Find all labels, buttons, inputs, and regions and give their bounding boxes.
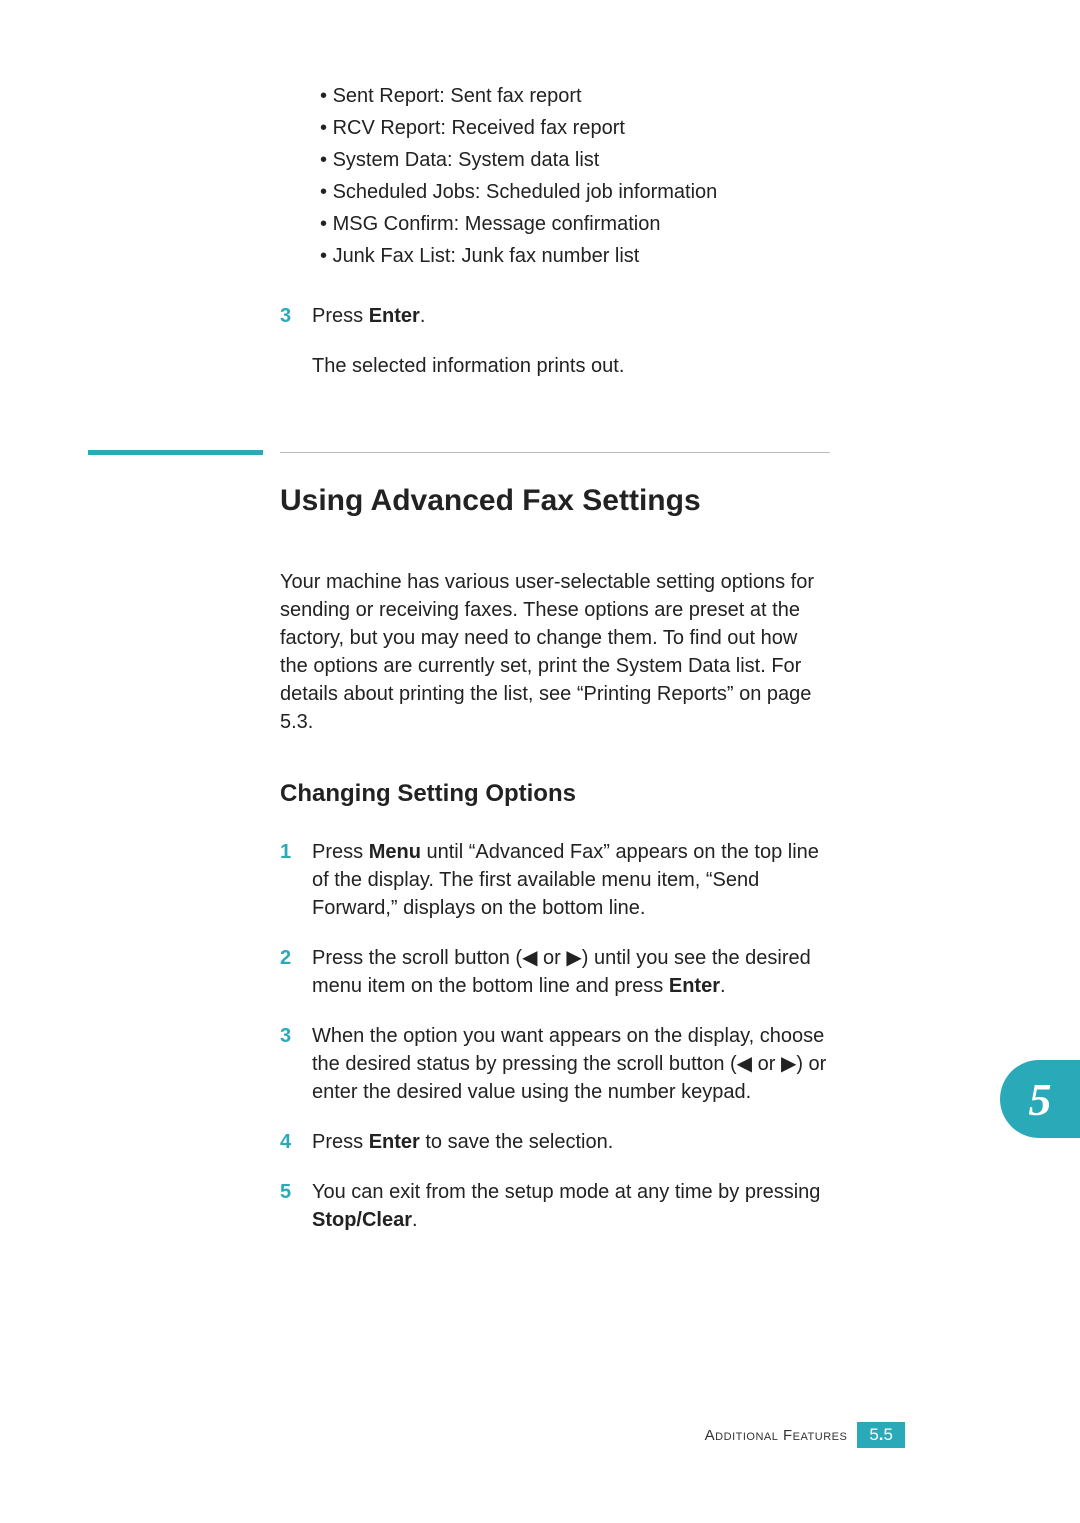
subsection-heading: Changing Setting Options (280, 780, 830, 808)
footer-section-label: Additional Features (705, 1427, 848, 1444)
bullet-item: Sent Report: Sent fax report (320, 80, 830, 112)
bullet-list: Sent Report: Sent fax report RCV Report:… (320, 80, 830, 272)
bullet-item: Junk Fax List: Junk fax number list (320, 240, 830, 272)
step-text: . (720, 975, 726, 997)
bullet-item: System Data: System data list (320, 144, 830, 176)
page-footer: Additional Features 5.5 (705, 1422, 905, 1448)
step-text-bold: Menu (369, 841, 421, 863)
divider-accent (88, 450, 263, 455)
step-number: 5 (280, 1178, 312, 1234)
step-number: 2 (280, 944, 312, 1000)
step-text: . (420, 305, 426, 327)
step-text-bold: Stop/Clear (312, 1209, 412, 1231)
step-row: 2Press the scroll button (◀ or ▶) until … (280, 944, 830, 1000)
step-row: 4Press Enter to save the selection. (280, 1128, 830, 1156)
step-text: Press the scroll button (◀ or ▶) until y… (312, 947, 811, 997)
step-number: 3 (280, 1022, 312, 1106)
step-number: 3 (280, 302, 312, 330)
content-column: Sent Report: Sent fax report RCV Report:… (280, 80, 830, 1256)
page: Sent Report: Sent fax report RCV Report:… (0, 0, 1080, 1523)
intro-paragraph: Your machine has various user-selectable… (280, 568, 830, 736)
step-sub-text: The selected information prints out. (312, 352, 830, 380)
chapter-number: 5 (1029, 1073, 1052, 1126)
section-divider (280, 450, 830, 454)
step-row: 1Press Menu until “Advanced Fax” appears… (280, 838, 830, 922)
steps-list: 1Press Menu until “Advanced Fax” appears… (280, 838, 830, 1234)
step-row: 3When the option you want appears on the… (280, 1022, 830, 1106)
step-text: You can exit from the setup mode at any … (312, 1181, 820, 1203)
chapter-tab: 5 (1000, 1060, 1080, 1138)
step-body: Press Enter to save the selection. (312, 1128, 830, 1156)
step-body: Press Enter. (312, 302, 830, 330)
step-text: to save the selection. (420, 1131, 613, 1153)
step-body: Press the scroll button (◀ or ▶) until y… (312, 944, 830, 1000)
bullet-item: MSG Confirm: Message confirmation (320, 208, 830, 240)
section-heading: Using Advanced Fax Settings (280, 482, 830, 520)
step-body: Press Menu until “Advanced Fax” appears … (312, 838, 830, 922)
step-text: . (412, 1209, 418, 1231)
step-text: Press (312, 305, 369, 327)
step-text: Press (312, 841, 369, 863)
step-number: 4 (280, 1128, 312, 1156)
step-text-bold: Enter (669, 975, 720, 997)
step-body: When the option you want appears on the … (312, 1022, 830, 1106)
step-row: 3 Press Enter. (280, 302, 830, 330)
bullet-item: Scheduled Jobs: Scheduled job informatio… (320, 176, 830, 208)
footer-page-major: 5 (869, 1425, 878, 1444)
bullet-item: RCV Report: Received fax report (320, 112, 830, 144)
footer-page-minor: 5 (884, 1425, 893, 1444)
step-row: 5You can exit from the setup mode at any… (280, 1178, 830, 1234)
step-text-bold: Enter (369, 305, 420, 327)
step-text-bold: Enter (369, 1131, 420, 1153)
step-number: 1 (280, 838, 312, 922)
step-text: When the option you want appears on the … (312, 1025, 826, 1103)
step-body: You can exit from the setup mode at any … (312, 1178, 830, 1234)
footer-page-number: 5.5 (857, 1422, 905, 1448)
step-text: Press (312, 1131, 369, 1153)
divider-line (280, 452, 830, 453)
